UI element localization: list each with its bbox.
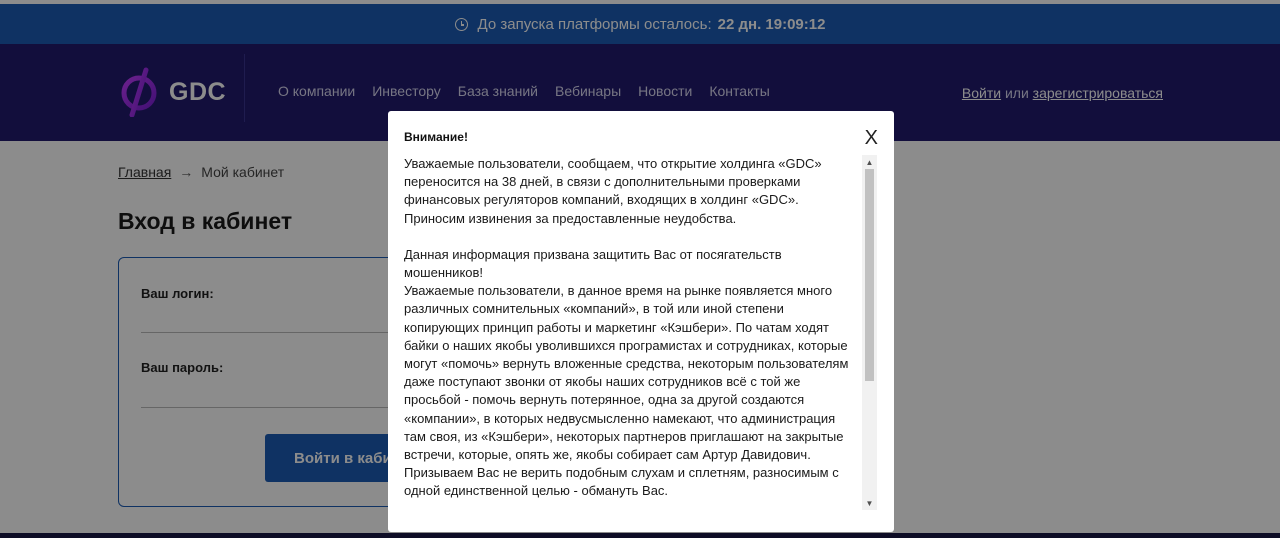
scroll-down-arrow-icon[interactable]: ▼ [862,496,877,510]
notice-modal: Внимание! X Уважаемые пользователи, сооб… [388,111,894,532]
modal-paragraph: Данная информация призвана защитить Вас … [404,246,786,281]
modal-scrollbar[interactable]: ▲ ▼ [862,155,877,510]
modal-title: Внимание! [404,130,468,144]
scroll-up-arrow-icon[interactable]: ▲ [862,155,877,169]
modal-body: Уважаемые пользователи, сообщаем, что от… [404,155,877,508]
modal-paragraph: Уважаемые пользователи, в данное время н… [404,283,853,463]
modal-paragraph: Призываем Вас не верить подобным слухам … [404,465,843,499]
scrollbar-thumb[interactable] [865,169,874,381]
modal-paragraph: Уважаемые пользователи, сообщаем, что от… [404,156,826,226]
close-button[interactable]: X [865,128,878,148]
